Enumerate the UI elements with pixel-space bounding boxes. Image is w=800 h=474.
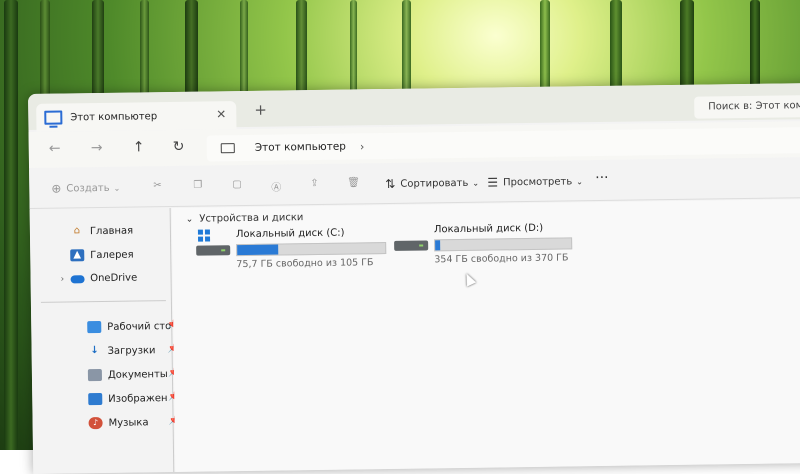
paste-icon[interactable]: ▢ xyxy=(232,179,242,190)
sort-icon: ⇅ xyxy=(385,176,396,192)
windows-logo-icon xyxy=(197,229,211,242)
sidebar-item-home[interactable]: ⌂ Главная xyxy=(70,225,134,238)
drive-label: Локальный диск (D:) xyxy=(433,222,544,236)
view-label: Просмотреть xyxy=(502,175,573,188)
chevron-down-icon: ⌄ xyxy=(576,176,584,186)
delete-icon[interactable]: 🗑 xyxy=(347,177,360,188)
cut-icon[interactable]: ✂ xyxy=(153,180,162,191)
more-options-button[interactable]: ··· xyxy=(595,170,609,186)
create-label: Создать xyxy=(66,182,110,194)
chevron-right-icon[interactable]: › xyxy=(360,140,365,153)
drive-free-space: 75,7 ГБ свободно из 105 ГБ xyxy=(236,257,374,271)
music-icon: ♪ xyxy=(88,416,103,430)
chevron-down-icon: ⌄ xyxy=(185,214,194,225)
chevron-down-icon: ⌄ xyxy=(472,178,480,188)
back-button[interactable]: ← xyxy=(49,141,61,157)
documents-icon xyxy=(87,368,103,382)
file-explorer-window: Этот компьютер ✕ + Поиск в: Этот компьют… xyxy=(28,82,800,474)
rename-icon[interactable]: Ⓐ xyxy=(271,178,281,193)
forward-button[interactable]: → xyxy=(91,140,103,156)
group-title: Устройства и диски xyxy=(199,212,304,225)
capacity-fill xyxy=(237,244,279,256)
group-header[interactable]: ⌄ Устройства и диски xyxy=(186,212,304,225)
desktop-icon xyxy=(87,321,102,334)
share-icon[interactable]: ⇪ xyxy=(310,178,319,189)
up-button[interactable]: ↑ xyxy=(133,139,145,155)
drive-icon xyxy=(394,230,429,251)
drive-free-space: 354 ГБ свободно из 370 ГБ xyxy=(434,252,569,266)
sort-button[interactable]: ⇅ Сортировать ⌄ xyxy=(385,176,479,191)
divider xyxy=(40,300,166,303)
view-icon: ☰ xyxy=(487,175,499,190)
tab-title: Этот компьютер xyxy=(70,110,158,123)
sidebar-item-downloads[interactable]: ↓ Загрузки xyxy=(88,344,156,357)
navigation-pane: ⌂ Главная ▲ Галерея › OneDrive Рабочий с… xyxy=(29,208,180,474)
sidebar-item-label: Музыка xyxy=(108,416,149,429)
tab-this-pc[interactable]: Этот компьютер ✕ xyxy=(36,101,237,132)
chevron-down-icon: ⌄ xyxy=(113,183,121,193)
create-button[interactable]: ⊕ Создать ⌄ xyxy=(51,181,120,196)
content-area: ⌄ Устройства и диски Локальный диск (C:)… xyxy=(171,198,800,472)
new-tab-button[interactable]: + xyxy=(254,101,267,119)
sidebar-item-documents[interactable]: Документы xyxy=(87,368,168,382)
drive-label: Локальный диск (C:) xyxy=(235,227,345,241)
computer-icon xyxy=(220,143,235,154)
cloud-icon xyxy=(70,274,85,283)
sidebar-item-label: Изображен xyxy=(108,392,168,405)
gallery-icon: ▲ xyxy=(70,249,85,262)
sidebar-item-label: Документы xyxy=(107,368,168,381)
drive-icon xyxy=(196,229,231,256)
download-icon: ↓ xyxy=(90,345,99,357)
sidebar-item-label: Рабочий сто xyxy=(107,320,172,333)
refresh-button[interactable]: ↻ xyxy=(173,139,185,155)
sidebar-item-gallery[interactable]: ▲ Галерея xyxy=(70,249,134,262)
sidebar-item-label: OneDrive xyxy=(90,272,138,285)
sidebar-item-desktop[interactable]: Рабочий сто xyxy=(87,320,172,334)
computer-icon xyxy=(44,110,63,125)
plus-circle-icon: ⊕ xyxy=(51,181,62,196)
close-tab-icon[interactable]: ✕ xyxy=(216,107,226,121)
pictures-icon xyxy=(88,392,103,406)
sidebar-item-pictures[interactable]: Изображен xyxy=(88,392,168,406)
sort-label: Сортировать xyxy=(400,177,469,190)
chevron-right-icon: › xyxy=(60,274,65,285)
copy-icon[interactable]: ❐ xyxy=(193,180,202,191)
sidebar-item-label: Загрузки xyxy=(107,344,156,357)
sidebar-item-onedrive[interactable]: › OneDrive xyxy=(61,272,138,284)
capacity-fill xyxy=(435,240,441,251)
address-bar[interactable]: Этот компьютер › xyxy=(206,126,800,162)
address-path[interactable]: Этот компьютер xyxy=(255,141,346,154)
sidebar-item-music[interactable]: ♪ Музыка xyxy=(88,416,149,430)
sidebar-item-label: Главная xyxy=(89,225,134,237)
sidebar-item-label: Галерея xyxy=(90,249,134,261)
home-icon: ⌂ xyxy=(73,225,81,237)
view-button[interactable]: ☰ Просмотреть ⌄ xyxy=(487,174,583,189)
search-input[interactable]: Поиск в: Этот компьютер xyxy=(694,94,800,119)
capacity-bar xyxy=(434,237,573,252)
capacity-bar xyxy=(236,242,387,257)
